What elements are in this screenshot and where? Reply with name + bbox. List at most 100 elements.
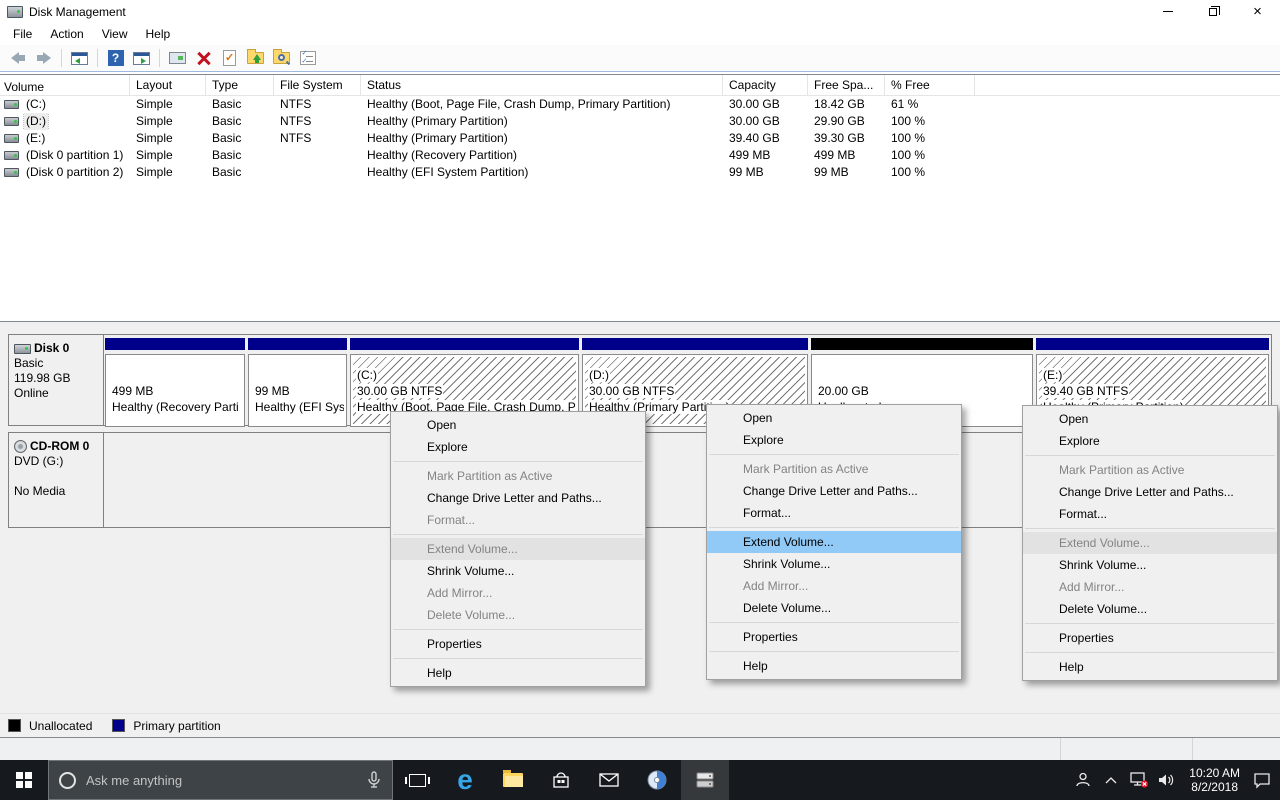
mail-button[interactable] — [585, 760, 633, 800]
context-menu-d: Open Explore Mark Partition as Active Ch… — [706, 404, 962, 680]
column-free-space[interactable]: Free Spa... — [808, 75, 885, 96]
help-button[interactable]: ? — [104, 47, 127, 69]
table-row-c[interactable]: (C:) Simple Basic NTFS Healthy (Boot, Pa… — [0, 96, 1280, 113]
menu-item-format[interactable]: Format... — [1023, 503, 1277, 525]
unallocated-swatch — [8, 719, 21, 732]
menu-item-mark-partition-active[interactable]: Mark Partition as Active — [391, 465, 645, 487]
file-explorer-button[interactable] — [489, 760, 537, 800]
extend-button[interactable] — [244, 47, 267, 69]
menu-item-shrink-volume[interactable]: Shrink Volume... — [707, 553, 961, 575]
table-row-d[interactable]: (D:) Simple Basic NTFS Healthy (Primary … — [0, 113, 1280, 130]
folder-search-icon — [273, 52, 290, 64]
menu-item-delete-volume[interactable]: Delete Volume... — [391, 604, 645, 626]
menu-file[interactable]: File — [4, 24, 41, 44]
edge-button[interactable]: e — [441, 760, 489, 800]
menu-item-open[interactable]: Open — [707, 407, 961, 429]
back-button[interactable] — [6, 47, 29, 69]
restore-button[interactable] — [1190, 0, 1235, 23]
menu-item-extend-volume[interactable]: Extend Volume... — [391, 538, 645, 560]
partition-recovery[interactable]: 499 MB Healthy (Recovery Parti — [105, 338, 245, 422]
volume-name: (D:) — [24, 113, 48, 130]
menu-item-mark-partition-active[interactable]: Mark Partition as Active — [1023, 459, 1277, 481]
properties-button[interactable] — [166, 47, 189, 69]
partition-efi[interactable]: 99 MB Healthy (EFI Syst — [248, 338, 347, 422]
menu-item-format[interactable]: Format... — [391, 509, 645, 531]
cortana-search-box[interactable]: Ask me anything — [48, 760, 393, 800]
cell-layout: Simple — [130, 113, 206, 130]
menu-item-help[interactable]: Help — [391, 662, 645, 684]
column-layout[interactable]: Layout — [130, 75, 206, 96]
menu-item-add-mirror[interactable]: Add Mirror... — [707, 575, 961, 597]
view-options-button[interactable] — [296, 47, 319, 69]
hidden-icons-button[interactable] — [1099, 760, 1123, 800]
menu-item-shrink-volume[interactable]: Shrink Volume... — [1023, 554, 1277, 576]
cdrom-icon — [14, 440, 27, 453]
menu-item-open[interactable]: Open — [391, 414, 645, 436]
start-button[interactable] — [0, 760, 48, 800]
menu-item-properties[interactable]: Properties — [1023, 627, 1277, 649]
partition-c[interactable]: (C:) 30.00 GB NTFS Healthy (Boot, Page F… — [350, 338, 579, 422]
time: 10:20 AM — [1189, 766, 1240, 780]
menu-item-explore[interactable]: Explore — [391, 436, 645, 458]
background-strip — [0, 738, 1280, 760]
partition-label: (C:) — [356, 367, 576, 383]
action-center-button[interactable] — [1250, 760, 1274, 800]
store-button[interactable] — [537, 760, 585, 800]
forward-button[interactable] — [32, 47, 55, 69]
menu-help[interactable]: Help — [137, 24, 180, 44]
menu-item-properties[interactable]: Properties — [391, 633, 645, 655]
partition-tool-button[interactable] — [633, 760, 681, 800]
menu-item-help[interactable]: Help — [707, 655, 961, 677]
table-row-partition2[interactable]: (Disk 0 partition 2) Simple Basic Health… — [0, 164, 1280, 181]
menu-item-help[interactable]: Help — [1023, 656, 1277, 678]
menu-item-extend-volume[interactable]: Extend Volume... — [707, 531, 961, 553]
menu-item-delete-volume[interactable]: Delete Volume... — [1023, 598, 1277, 620]
delete-button[interactable] — [192, 47, 215, 69]
table-row-e[interactable]: (E:) Simple Basic NTFS Healthy (Primary … — [0, 130, 1280, 147]
volume-button[interactable] — [1155, 760, 1179, 800]
menu-item-shrink-volume[interactable]: Shrink Volume... — [391, 560, 645, 582]
menu-item-change-drive-letter[interactable]: Change Drive Letter and Paths... — [707, 480, 961, 502]
task-view-button[interactable] — [393, 760, 441, 800]
menu-action[interactable]: Action — [41, 24, 92, 44]
menu-item-explore[interactable]: Explore — [707, 429, 961, 451]
column-file-system[interactable]: File System — [274, 75, 361, 96]
menu-item-extend-volume[interactable]: Extend Volume... — [1023, 532, 1277, 554]
close-button[interactable]: × — [1235, 0, 1280, 23]
table-row-partition1[interactable]: (Disk 0 partition 1) Simple Basic Health… — [0, 147, 1280, 164]
volume-icon — [4, 151, 19, 160]
explore-button[interactable] — [270, 47, 293, 69]
people-button[interactable] — [1071, 760, 1095, 800]
clock[interactable]: 10:20 AM 8/2/2018 — [1183, 766, 1246, 794]
console-tree-button[interactable] — [68, 47, 91, 69]
column-pct-free[interactable]: % Free — [885, 75, 975, 96]
menu-view[interactable]: View — [93, 24, 137, 44]
cdrom-info[interactable]: CD-ROM 0 DVD (G:) No Media — [9, 433, 104, 527]
menu-item-open[interactable]: Open — [1023, 408, 1277, 430]
menu-item-change-drive-letter[interactable]: Change Drive Letter and Paths... — [391, 487, 645, 509]
menu-item-change-drive-letter[interactable]: Change Drive Letter and Paths... — [1023, 481, 1277, 503]
menu-item-add-mirror[interactable]: Add Mirror... — [391, 582, 645, 604]
column-type[interactable]: Type — [206, 75, 274, 96]
disk-0-info[interactable]: Disk 0 Basic 119.98 GB Online — [9, 335, 104, 425]
menu-item-properties[interactable]: Properties — [707, 626, 961, 648]
column-volume[interactable]: Volume — [0, 75, 130, 96]
set-active-button[interactable] — [218, 47, 241, 69]
menu-item-delete-volume[interactable]: Delete Volume... — [707, 597, 961, 619]
delete-x-icon — [197, 51, 211, 65]
partition-size: 30.00 GB NTFS — [588, 383, 805, 399]
column-status[interactable]: Status — [361, 75, 723, 96]
action-pane-button[interactable] — [130, 47, 153, 69]
menu-item-explore[interactable]: Explore — [1023, 430, 1277, 452]
disk-management-taskbar-button[interactable] — [681, 760, 729, 800]
menu-item-add-mirror[interactable]: Add Mirror... — [1023, 576, 1277, 598]
forward-arrow-icon — [37, 52, 51, 64]
partition-color-bar — [105, 338, 245, 350]
pane-splitter[interactable] — [0, 322, 1280, 330]
minimize-button[interactable] — [1145, 0, 1190, 23]
column-capacity[interactable]: Capacity — [723, 75, 808, 96]
menu-item-format[interactable]: Format... — [707, 502, 961, 524]
network-button[interactable] — [1127, 760, 1151, 800]
menu-item-mark-partition-active[interactable]: Mark Partition as Active — [707, 458, 961, 480]
partition-size: 99 MB — [254, 383, 344, 399]
